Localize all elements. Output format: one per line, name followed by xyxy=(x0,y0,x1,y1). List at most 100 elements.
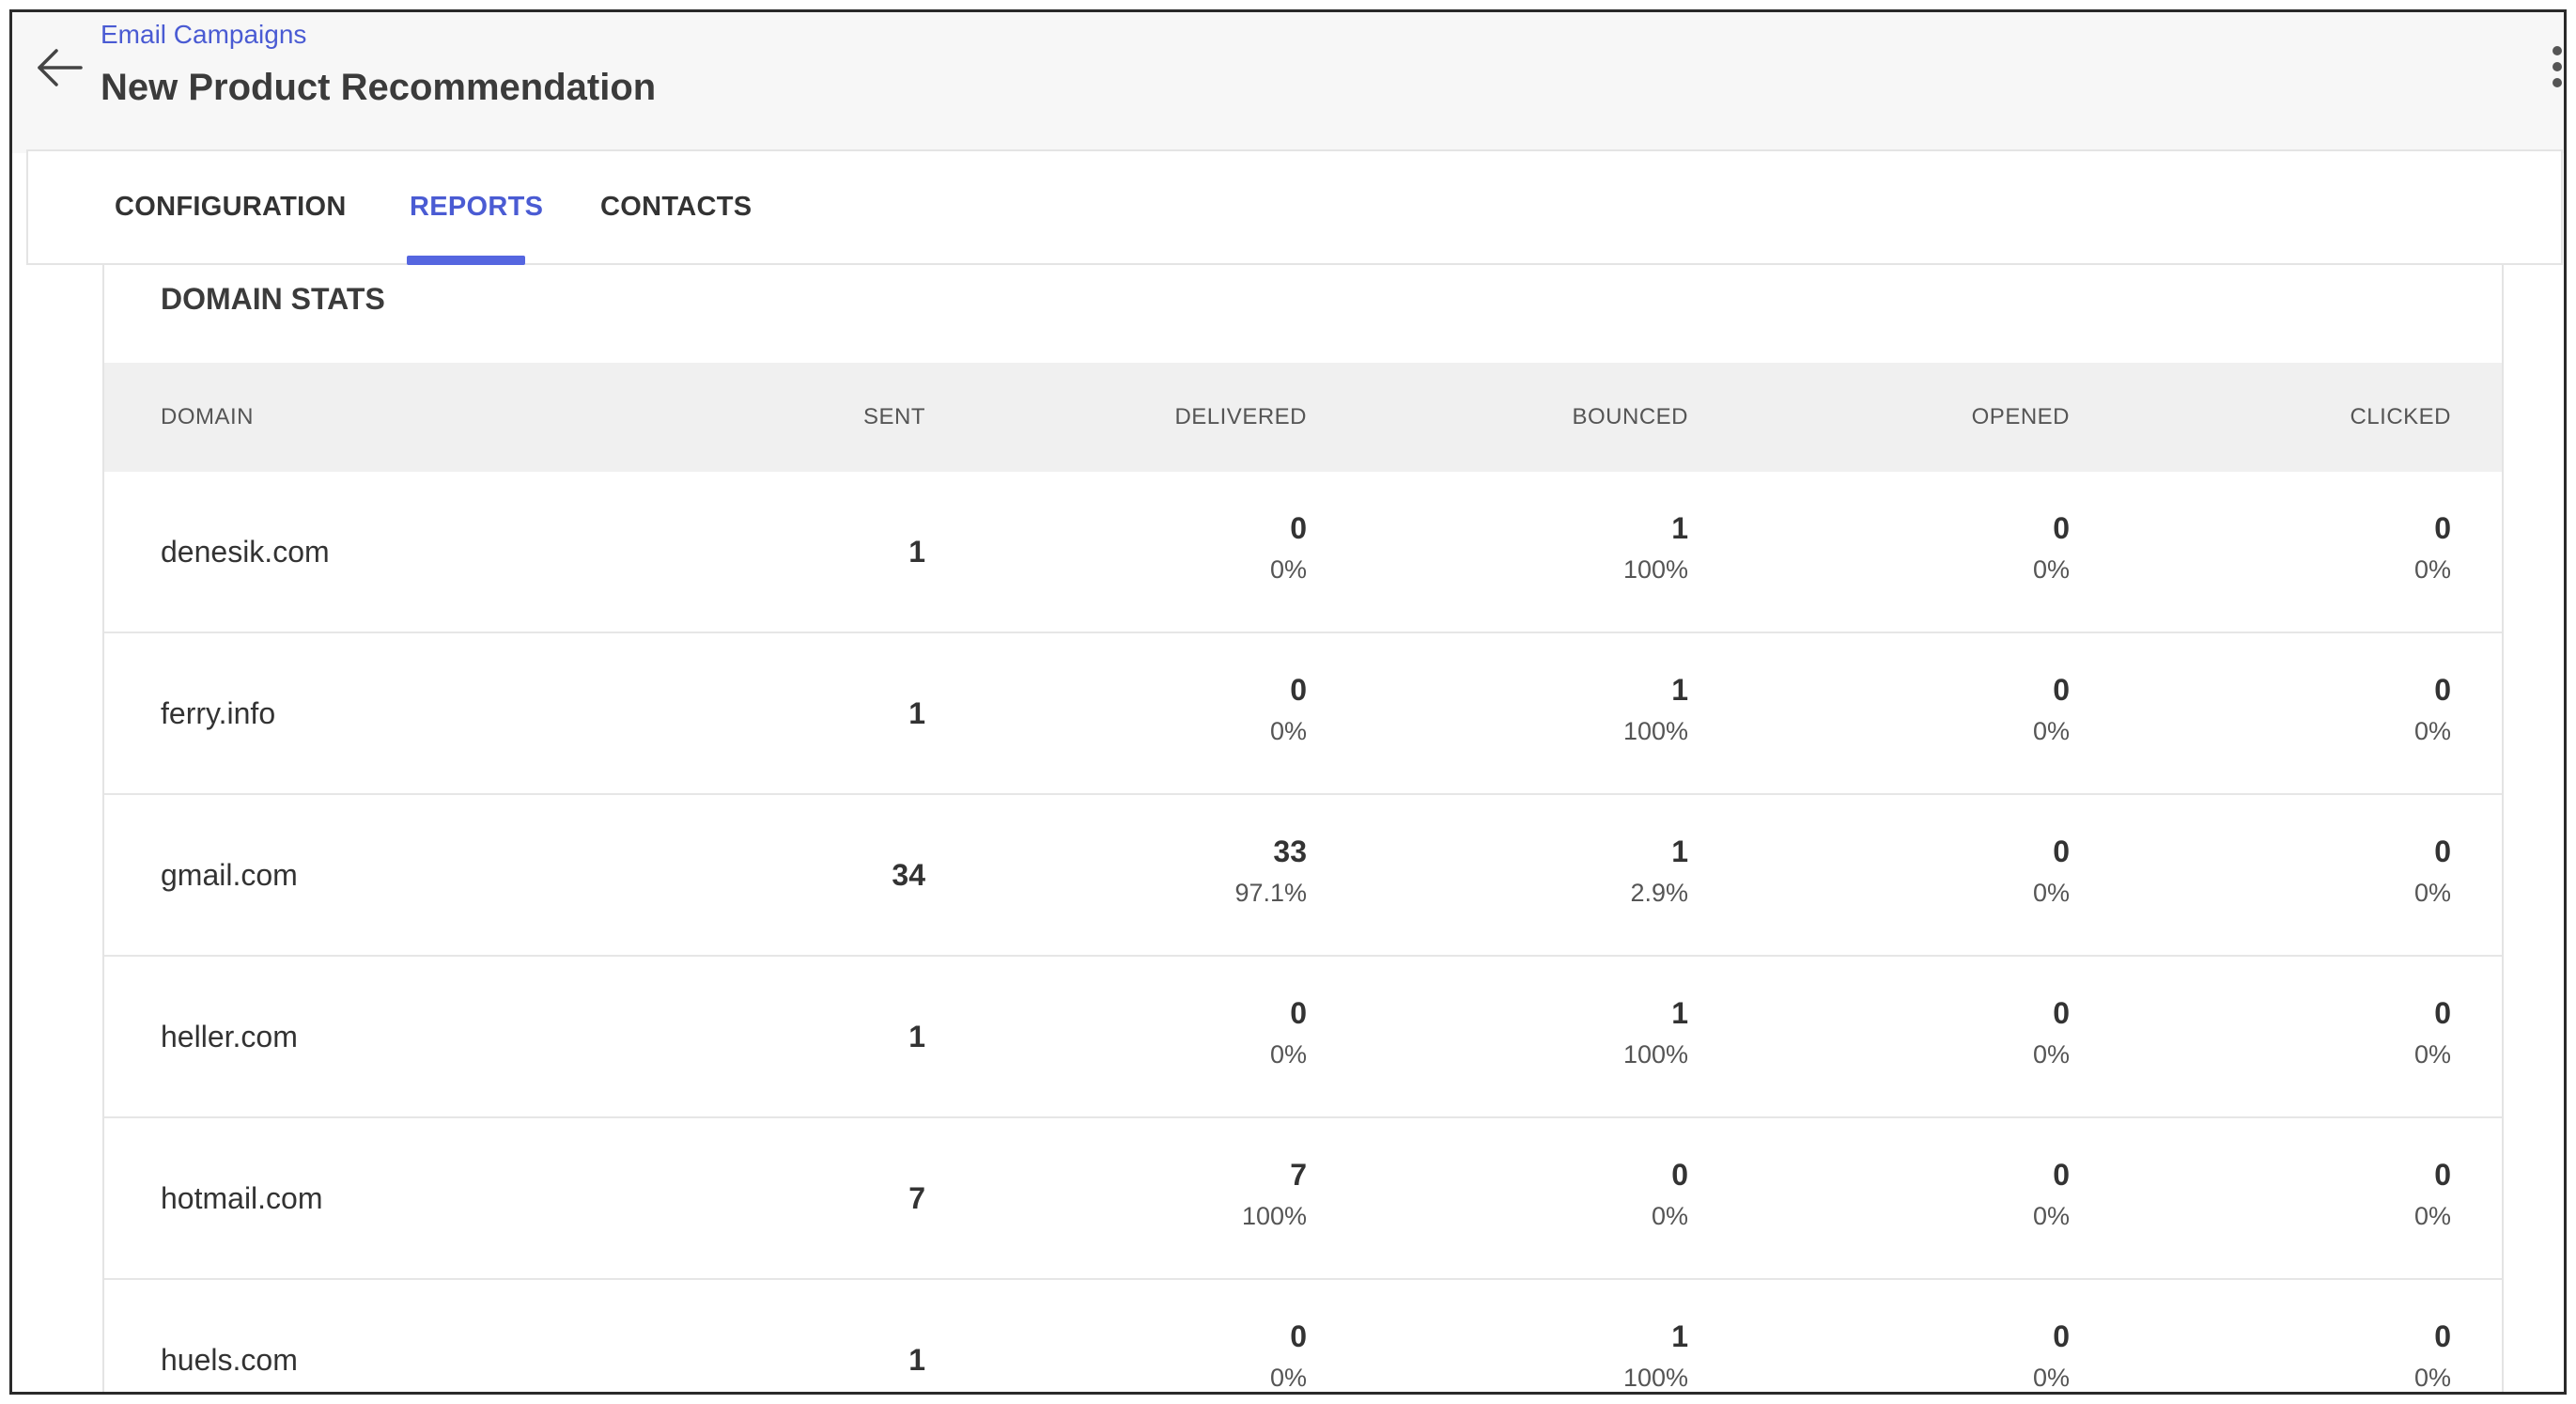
clicked-cell: 0 0% xyxy=(2263,1156,2451,1235)
tab-contacts[interactable]: CONTACTS xyxy=(600,151,752,263)
bounced-cell: 1 2.9% xyxy=(1500,833,1688,912)
clicked-cell: 0 0% xyxy=(2263,994,2451,1073)
delivered-count: 0 xyxy=(1290,511,1307,545)
clicked-count: 0 xyxy=(2434,835,2451,868)
sent-cell: 7 xyxy=(908,1180,925,1215)
bounced-count: 0 xyxy=(1671,1158,1688,1192)
bounced-percent: 2.9% xyxy=(1630,879,1688,907)
back-button[interactable] xyxy=(27,35,93,101)
tab-reports[interactable]: REPORTS xyxy=(410,151,543,263)
clicked-count: 0 xyxy=(2434,1158,2451,1192)
column-header-clicked: CLICKED xyxy=(2350,404,2451,429)
delivered-percent: 0% xyxy=(1269,1040,1307,1069)
bounced-count: 1 xyxy=(1671,1319,1688,1353)
bounced-percent: 0% xyxy=(1651,1202,1688,1230)
bounced-percent: 100% xyxy=(1622,555,1688,584)
opened-cell: 0 0% xyxy=(1882,671,2070,750)
clicked-cell: 0 0% xyxy=(2263,509,2451,588)
bounced-count: 1 xyxy=(1671,835,1688,868)
delivered-count: 0 xyxy=(1290,996,1307,1030)
opened-percent: 0% xyxy=(2032,1364,2070,1392)
sent-cell: 1 xyxy=(908,695,925,730)
opened-count: 0 xyxy=(2053,673,2070,707)
domain-cell: huels.com xyxy=(161,1342,298,1377)
clicked-percent: 0% xyxy=(2413,1364,2451,1392)
delivered-cell: 33 97.1% xyxy=(1119,833,1307,912)
opened-percent: 0% xyxy=(2032,555,2070,584)
column-header-bounced: BOUNCED xyxy=(1572,404,1688,429)
table-row: gmail.com 34 33 97.1% 1 2.9% 0 0% 0 0% xyxy=(104,795,2502,957)
opened-percent: 0% xyxy=(2032,1040,2070,1069)
delivered-count: 0 xyxy=(1290,1319,1307,1353)
delivered-percent: 97.1% xyxy=(1234,879,1307,907)
clicked-cell: 0 0% xyxy=(2263,671,2451,750)
breadcrumb-email-campaigns[interactable]: Email Campaigns xyxy=(101,20,306,50)
opened-percent: 0% xyxy=(2032,717,2070,745)
tab-configuration[interactable]: CONFIGURATION xyxy=(115,151,347,263)
clicked-cell: 0 0% xyxy=(2263,833,2451,912)
column-header-domain: DOMAIN xyxy=(161,404,254,429)
delivered-percent: 100% xyxy=(1241,1202,1307,1230)
opened-cell: 0 0% xyxy=(1882,1318,2070,1392)
bounced-percent: 100% xyxy=(1622,1040,1688,1069)
sent-cell: 1 xyxy=(908,1019,925,1053)
tab-bar: CONFIGURATION REPORTS CONTACTS xyxy=(26,149,2563,273)
bounced-percent: 100% xyxy=(1622,1364,1688,1392)
section-title: DOMAIN STATS xyxy=(161,282,385,316)
column-header-opened: OPENED xyxy=(1971,404,2070,429)
more-vertical-icon[interactable] xyxy=(2539,39,2564,95)
delivered-cell: 0 0% xyxy=(1119,671,1307,750)
clicked-percent: 0% xyxy=(2413,555,2451,584)
domain-cell: ferry.info xyxy=(161,695,276,730)
delivered-percent: 0% xyxy=(1269,1364,1307,1392)
bounced-cell: 1 100% xyxy=(1500,509,1688,588)
clicked-cell: 0 0% xyxy=(2263,1318,2451,1392)
arrow-left-icon xyxy=(38,49,83,86)
clicked-count: 0 xyxy=(2434,996,2451,1030)
column-header-sent: SENT xyxy=(862,404,925,429)
bounced-count: 1 xyxy=(1671,996,1688,1030)
delivered-count: 7 xyxy=(1290,1158,1307,1192)
domain-cell: heller.com xyxy=(161,1019,298,1053)
delivered-cell: 0 0% xyxy=(1119,1318,1307,1392)
table-header: DOMAIN SENT DELIVERED BOUNCED OPENED CLI… xyxy=(104,363,2502,472)
clicked-percent: 0% xyxy=(2413,1202,2451,1230)
opened-cell: 0 0% xyxy=(1882,833,2070,912)
opened-count: 0 xyxy=(2053,835,2070,868)
app-window: Email Campaigns New Product Recommendati… xyxy=(9,9,2567,1395)
domain-cell: denesik.com xyxy=(161,534,330,569)
domain-cell: hotmail.com xyxy=(161,1180,323,1215)
clicked-count: 0 xyxy=(2434,511,2451,545)
table-row: ferry.info 1 0 0% 1 100% 0 0% 0 0% xyxy=(104,633,2502,795)
clicked-count: 0 xyxy=(2434,1319,2451,1353)
table-row: huels.com 1 0 0% 1 100% 0 0% 0 0% xyxy=(104,1280,2502,1392)
delivered-cell: 7 100% xyxy=(1119,1156,1307,1235)
delivered-count: 0 xyxy=(1290,673,1307,707)
domain-cell: gmail.com xyxy=(161,857,298,892)
bounced-cell: 0 0% xyxy=(1500,1156,1688,1235)
sent-cell: 1 xyxy=(908,534,925,569)
page-title: New Product Recommendation xyxy=(101,67,657,108)
clicked-count: 0 xyxy=(2434,673,2451,707)
sent-cell: 1 xyxy=(908,1342,925,1377)
clicked-percent: 0% xyxy=(2413,879,2451,907)
clicked-percent: 0% xyxy=(2413,717,2451,745)
sent-cell: 34 xyxy=(892,857,925,892)
domain-stats-card: DOMAIN STATS DOMAIN SENT DELIVERED BOUNC… xyxy=(102,265,2504,1392)
table-row: hotmail.com 7 7 100% 0 0% 0 0% 0 0% xyxy=(104,1118,2502,1280)
opened-percent: 0% xyxy=(2032,1202,2070,1230)
opened-count: 0 xyxy=(2053,1158,2070,1192)
bounced-cell: 1 100% xyxy=(1500,994,1688,1073)
clicked-percent: 0% xyxy=(2413,1040,2451,1069)
delivered-cell: 0 0% xyxy=(1119,509,1307,588)
top-bar: Email Campaigns New Product Recommendati… xyxy=(12,12,2564,153)
table-row: denesik.com 1 0 0% 1 100% 0 0% 0 0% xyxy=(104,472,2502,633)
bounced-count: 1 xyxy=(1671,673,1688,707)
opened-count: 0 xyxy=(2053,996,2070,1030)
delivered-percent: 0% xyxy=(1269,717,1307,745)
table-row: heller.com 1 0 0% 1 100% 0 0% 0 0% xyxy=(104,957,2502,1118)
opened-percent: 0% xyxy=(2032,879,2070,907)
bounced-cell: 1 100% xyxy=(1500,1318,1688,1392)
opened-cell: 0 0% xyxy=(1882,1156,2070,1235)
delivered-percent: 0% xyxy=(1269,555,1307,584)
